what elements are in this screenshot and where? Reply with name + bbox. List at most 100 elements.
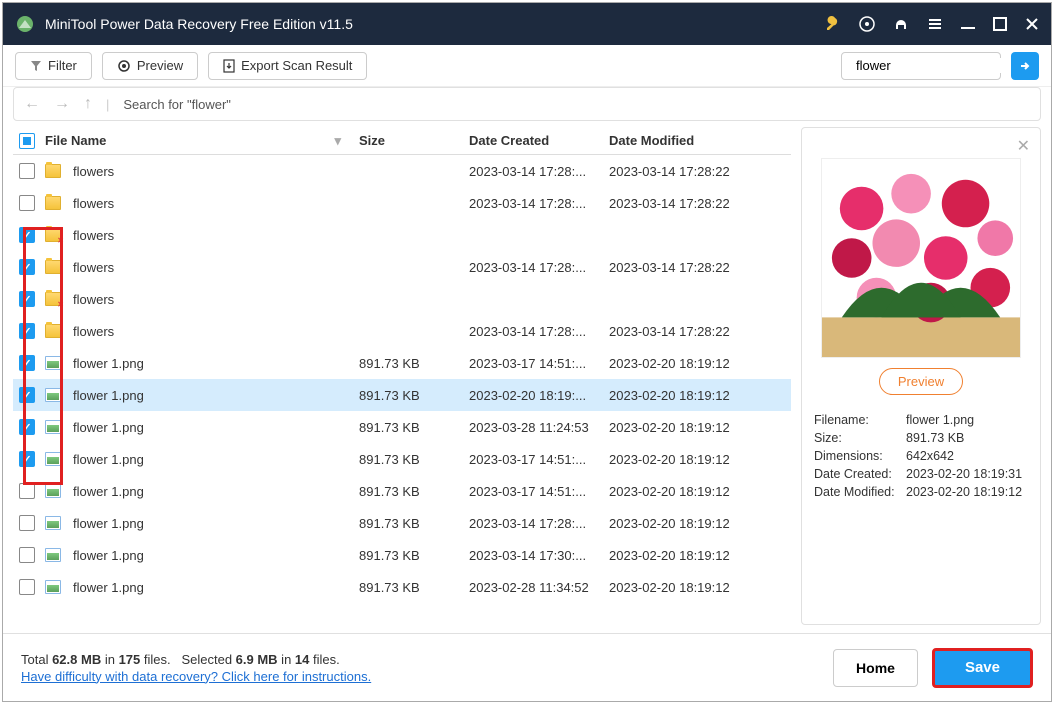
close-preview-icon[interactable]: ✕ xyxy=(1017,136,1030,156)
file-rows[interactable]: flowers2023-03-14 17:28:...2023-03-14 17… xyxy=(13,155,791,625)
row-checkbox[interactable] xyxy=(19,515,35,531)
file-size: 891.73 KB xyxy=(359,420,469,435)
file-name: flower 1.png xyxy=(73,484,144,499)
file-date-modified: 2023-02-20 18:19:12 xyxy=(609,516,779,531)
file-date-created: 2023-02-20 18:19:... xyxy=(469,388,609,403)
search-input[interactable] xyxy=(856,58,1032,73)
file-date-modified: 2023-02-20 18:19:12 xyxy=(609,388,779,403)
home-button[interactable]: Home xyxy=(833,649,918,687)
footer-stats: Total 62.8 MB in 175 files. Selected 6.9… xyxy=(21,652,371,667)
row-checkbox[interactable] xyxy=(19,579,35,595)
file-date-modified: 2023-02-20 18:19:12 xyxy=(609,580,779,595)
file-icon xyxy=(45,420,61,434)
file-icon xyxy=(45,260,61,274)
search-box[interactable] xyxy=(841,52,1001,80)
column-headers: File Name▾ Size Date Created Date Modifi… xyxy=(13,127,791,155)
file-size: 891.73 KB xyxy=(359,580,469,595)
preview-image xyxy=(821,158,1021,358)
table-row[interactable]: flowers2023-03-14 17:28:...2023-03-14 17… xyxy=(13,251,791,283)
file-icon xyxy=(45,164,61,178)
headphones-icon[interactable] xyxy=(893,16,909,32)
maximize-icon[interactable] xyxy=(993,17,1007,31)
file-icon xyxy=(45,324,61,338)
file-icon xyxy=(45,548,61,562)
app-title: MiniTool Power Data Recovery Free Editio… xyxy=(45,16,825,32)
file-size: 891.73 KB xyxy=(359,452,469,467)
table-row[interactable]: flower 1.png891.73 KB2023-03-17 14:51:..… xyxy=(13,475,791,507)
preview-pane: ✕ Preview Filename:flower 1.png Size:891… xyxy=(801,127,1041,625)
file-name: flowers xyxy=(73,228,114,243)
nav-back-icon[interactable]: ← xyxy=(24,95,40,113)
breadcrumb-bar: ← → ↑ | Search for "flower" xyxy=(13,87,1041,121)
table-row[interactable]: flowers xyxy=(13,219,791,251)
disc-icon[interactable] xyxy=(859,16,875,32)
key-icon[interactable] xyxy=(825,16,841,32)
file-date-modified: 2023-02-20 18:19:12 xyxy=(609,548,779,563)
table-row[interactable]: flowers xyxy=(13,283,791,315)
row-checkbox[interactable] xyxy=(19,547,35,563)
export-button[interactable]: Export Scan Result xyxy=(208,52,367,80)
file-date-modified: 2023-03-14 17:28:22 xyxy=(609,164,779,179)
select-all-checkbox[interactable] xyxy=(19,133,35,149)
row-checkbox[interactable] xyxy=(19,387,35,403)
file-date-created: 2023-03-17 14:51:... xyxy=(469,452,609,467)
table-row[interactable]: flower 1.png891.73 KB2023-03-28 11:24:53… xyxy=(13,411,791,443)
row-checkbox[interactable] xyxy=(19,163,35,179)
table-row[interactable]: flower 1.png 891.73 KB2023-03-17 14:51:..… xyxy=(13,443,791,475)
table-row[interactable]: flowers2023-03-14 17:28:...2023-03-14 17… xyxy=(13,187,791,219)
row-checkbox[interactable] xyxy=(19,483,35,499)
preview-button[interactable]: Preview xyxy=(102,52,198,80)
file-date-modified: 2023-02-20 18:19:12 xyxy=(609,452,779,467)
nav-up-icon[interactable]: ↑ xyxy=(84,95,92,113)
row-checkbox[interactable] xyxy=(19,451,35,467)
row-checkbox[interactable] xyxy=(19,259,35,275)
nav-forward-icon[interactable]: → xyxy=(54,95,70,113)
row-checkbox[interactable] xyxy=(19,291,35,307)
file-name: flower 1.png xyxy=(73,548,144,563)
file-icon xyxy=(45,452,61,466)
file-date-created: 2023-03-14 17:28:... xyxy=(469,260,609,275)
menu-icon[interactable] xyxy=(927,16,943,32)
app-logo-icon xyxy=(15,14,35,34)
file-date-modified: 2023-02-20 18:19:12 xyxy=(609,356,779,371)
save-button[interactable]: Save xyxy=(932,648,1033,688)
search-go-button[interactable] xyxy=(1011,52,1039,80)
file-icon xyxy=(45,228,61,242)
footer: Total 62.8 MB in 175 files. Selected 6.9… xyxy=(3,633,1051,701)
column-date-modified[interactable]: Date Modified xyxy=(609,133,779,148)
column-filename[interactable]: File Name▾ xyxy=(41,133,359,149)
breadcrumb-text: Search for "flower" xyxy=(123,97,231,112)
preview-open-button[interactable]: Preview xyxy=(879,368,963,395)
file-size: 891.73 KB xyxy=(359,548,469,563)
column-size[interactable]: Size xyxy=(359,133,469,148)
filter-button[interactable]: Filter xyxy=(15,52,92,80)
table-row[interactable]: flower 1.png891.73 KB2023-03-17 14:51:..… xyxy=(13,347,791,379)
row-checkbox[interactable] xyxy=(19,355,35,371)
file-date-created: 2023-03-14 17:28:... xyxy=(469,324,609,339)
file-name: flowers xyxy=(73,196,114,211)
table-row[interactable]: flowers2023-03-14 17:28:...2023-03-14 17… xyxy=(13,155,791,187)
row-checkbox[interactable] xyxy=(19,195,35,211)
help-link[interactable]: Have difficulty with data recovery? Clic… xyxy=(21,669,371,684)
table-row[interactable]: flower 1.png891.73 KB2023-03-14 17:28:..… xyxy=(13,507,791,539)
row-checkbox[interactable] xyxy=(19,323,35,339)
file-icon xyxy=(45,356,61,370)
file-date-created: 2023-03-28 11:24:53 xyxy=(469,420,609,435)
minimize-icon[interactable] xyxy=(961,17,975,31)
titlebar: MiniTool Power Data Recovery Free Editio… xyxy=(3,3,1051,45)
file-name: flower 1.png xyxy=(73,388,144,403)
table-row[interactable]: flower 1.png891.73 KB2023-03-14 17:30:..… xyxy=(13,539,791,571)
table-row[interactable]: flower 1.png891.73 KB2023-02-20 18:19:..… xyxy=(13,379,791,411)
file-icon xyxy=(45,580,61,594)
file-date-modified: 2023-03-14 17:28:22 xyxy=(609,260,779,275)
table-row[interactable]: flowers2023-03-14 17:28:...2023-03-14 17… xyxy=(13,315,791,347)
column-date-created[interactable]: Date Created xyxy=(469,133,609,148)
table-row[interactable]: flower 1.png891.73 KB2023-02-28 11:34:52… xyxy=(13,571,791,603)
file-date-created: 2023-03-17 14:51:... xyxy=(469,356,609,371)
file-name: flower 1.png xyxy=(73,452,144,467)
row-checkbox[interactable] xyxy=(19,419,35,435)
file-name: flower 1.png xyxy=(73,516,144,531)
toolbar: Filter Preview Export Scan Result xyxy=(3,45,1051,87)
close-icon[interactable] xyxy=(1025,17,1039,31)
row-checkbox[interactable] xyxy=(19,227,35,243)
